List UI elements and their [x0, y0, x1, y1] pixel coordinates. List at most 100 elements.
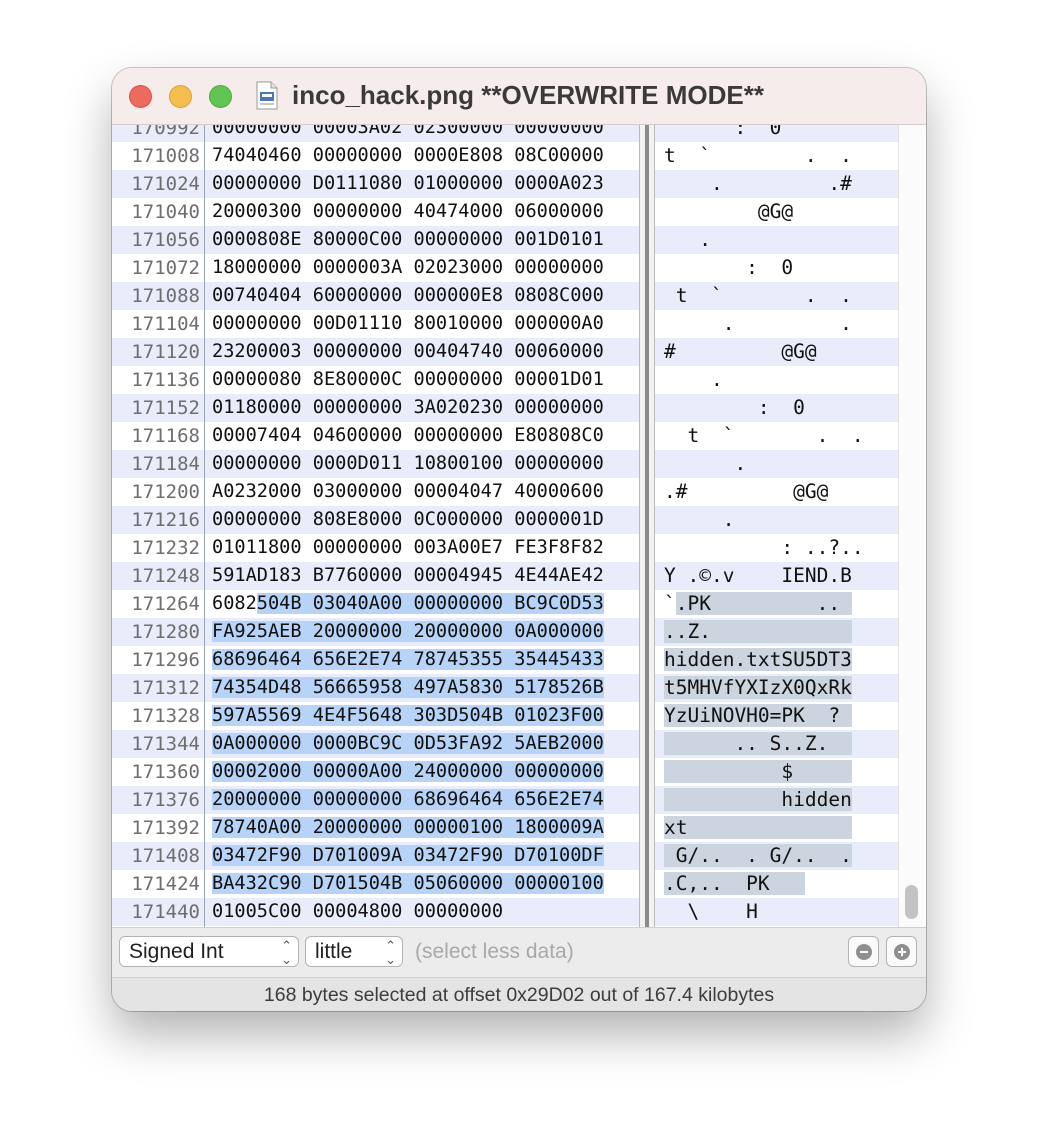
hex-selection[interactable]: FA925AEB 20000000 20000000 0A000000 [212, 621, 604, 642]
row-ascii[interactable]: .# @G@ [664, 478, 852, 506]
row-offset: 171056 [131, 229, 200, 251]
ascii-selection[interactable]: .C,.. PK [664, 872, 805, 895]
ascii-selection[interactable]: ..Z. [664, 620, 852, 643]
ascii-selection[interactable]: t5MHVfYXIzX0QxRk [664, 676, 852, 699]
add-inspector-button[interactable] [886, 936, 917, 967]
row-hex-bytes[interactable]: 23200003 00000000 00404740 00060000 [212, 338, 604, 366]
row-hex-bytes[interactable]: 20000300 00000000 40474000 06000000 [212, 198, 604, 226]
row-ascii[interactable]: YzUiNOVH0=PK ? [664, 702, 852, 730]
zoom-button[interactable] [209, 85, 232, 108]
title-bar[interactable]: inco_hack.png **OVERWRITE MODE** [112, 68, 926, 125]
row-ascii[interactable]: : 0 [664, 125, 852, 142]
hex-content-area[interactable]: 170992 00000000 00003A02 02300000 0000000… [112, 125, 926, 927]
row-hex-bytes[interactable]: 20000000 00000000 68696464 656E2E74 [212, 786, 604, 814]
row-ascii[interactable]: # @G@ [664, 338, 852, 366]
row-offset: 171376 [131, 789, 200, 811]
row-offset: 171312 [131, 677, 200, 699]
row-ascii[interactable]: . [664, 366, 852, 394]
row-hex-bytes[interactable]: 00000080 8E80000C 00000000 00001D01 [212, 366, 604, 394]
row-hex-bytes[interactable]: 597A5569 4E4F5648 303D504B 01023F00 [212, 702, 604, 730]
hex-selection[interactable]: 504B 03040A00 00000000 BC9C0D53 [256, 593, 604, 614]
row-hex-bytes[interactable]: 00000000 00D01110 80010000 000000A0 [212, 310, 604, 338]
row-ascii[interactable]: ..Z. [664, 618, 852, 646]
ascii-selection[interactable]: G/.. . G/.. . [664, 844, 852, 867]
row-ascii[interactable]: t ` . . [664, 282, 852, 310]
hex-selection[interactable]: BA432C90 D701504B 05060000 00000100 [212, 873, 604, 894]
row-hex-bytes[interactable]: 6082504B 03040A00 00000000 BC9C0D53 [212, 590, 604, 618]
row-ascii[interactable]: t5MHVfYXIzX0QxRk [664, 674, 852, 702]
row-ascii[interactable]: : ..?.. [664, 534, 863, 562]
hex-selection[interactable]: 74354D48 56665958 497A5830 5178526B [212, 677, 604, 698]
row-hex-bytes[interactable]: 0A000000 0000BC9C 0D53FA92 5AEB2000 [212, 730, 604, 758]
row-ascii[interactable]: . . [664, 310, 852, 338]
row-ascii[interactable]: : 0 [664, 394, 852, 422]
row-offset: 171152 [131, 397, 200, 419]
ascii-selection[interactable]: .PK .. [675, 592, 852, 615]
row-hex-bytes[interactable]: 01011800 00000000 003A00E7 FE3F8F82 [212, 534, 604, 562]
hex-selection[interactable]: 597A5569 4E4F5648 303D504B 01023F00 [212, 705, 604, 726]
row-ascii[interactable]: hidden [664, 786, 852, 814]
ascii-selection[interactable]: hidden.txtSU5DT3 [664, 648, 852, 671]
hex-selection[interactable]: 68696464 656E2E74 78745355 35445433 [212, 649, 604, 670]
hex-selection[interactable]: 20000000 00000000 68696464 656E2E74 [212, 789, 604, 810]
row-offset: 171184 [131, 453, 200, 475]
ascii-selection[interactable]: .. S..Z. [664, 732, 852, 755]
row-offset: 171168 [131, 425, 200, 447]
row-ascii[interactable]: xt [664, 814, 852, 842]
ascii-selection[interactable]: YzUiNOVH0=PK ? [664, 704, 852, 727]
row-hex-bytes[interactable]: 00740404 60000000 000000E8 0808C000 [212, 282, 604, 310]
row-hex-bytes[interactable]: 00000000 D0111080 01000000 0000A023 [212, 170, 604, 198]
row-ascii[interactable]: G/.. . G/.. . [664, 842, 852, 870]
row-hex-bytes[interactable]: FA925AEB 20000000 20000000 0A000000 [212, 618, 604, 646]
ascii-selection[interactable]: $ [664, 760, 852, 783]
row-ascii[interactable]: t ` . . [664, 142, 852, 170]
row-hex-bytes[interactable]: 00000000 808E8000 0C000000 0000001D [212, 506, 604, 534]
row-ascii[interactable]: .. S..Z. [664, 730, 852, 758]
row-ascii[interactable]: hidden.txtSU5DT3 [664, 646, 852, 674]
row-hex-bytes[interactable]: 74040460 00000000 0000E808 08C00000 [212, 142, 604, 170]
row-ascii[interactable]: Y .©.v IEND.B [664, 562, 852, 590]
row-ascii[interactable]: . .# [664, 170, 852, 198]
row-ascii[interactable]: . [664, 226, 852, 254]
hex-selection[interactable]: 0A000000 0000BC9C 0D53FA92 5AEB2000 [212, 733, 604, 754]
remove-inspector-button[interactable] [848, 936, 879, 967]
row-ascii[interactable]: .C,.. PK [664, 870, 805, 898]
row-ascii[interactable]: . [664, 506, 852, 534]
scrollbar-thumb[interactable] [905, 885, 918, 919]
row-hex-bytes[interactable]: 00002000 00000A00 24000000 00000000 [212, 758, 604, 786]
row-ascii[interactable]: \ H [664, 898, 852, 926]
row-hex-bytes[interactable]: 78740A00 20000000 00000100 1800009A [212, 814, 604, 842]
row-hex-bytes[interactable]: 01180000 00000000 3A020230 00000000 [212, 394, 604, 422]
row-hex-bytes[interactable]: 0000808E 80000C00 00000000 001D0101 [212, 226, 604, 254]
row-ascii[interactable]: : 0 [664, 254, 852, 282]
hex-selection[interactable]: 78740A00 20000000 00000100 1800009A [212, 817, 604, 838]
row-hex-bytes[interactable]: 00007404 04600000 00000000 E80808C0 [212, 422, 604, 450]
row-hex-bytes[interactable]: A0232000 03000000 00004047 40000600 [212, 478, 604, 506]
row-hex-bytes[interactable]: 18000000 0000003A 02023000 00000000 [212, 254, 604, 282]
close-button[interactable] [129, 85, 152, 108]
row-hex-bytes[interactable]: BA432C90 D701504B 05060000 00000100 [212, 870, 604, 898]
row-hex-bytes[interactable]: 03472F90 D701009A 03472F90 D70100DF [212, 842, 604, 870]
minimize-button[interactable] [169, 85, 192, 108]
hex-selection[interactable]: 00002000 00000A00 24000000 00000000 [212, 761, 604, 782]
type-select-value: Signed Int [129, 940, 224, 963]
row-hex-bytes[interactable]: 00000000 0000D011 10800100 00000000 [212, 450, 604, 478]
row-offset: 171104 [131, 313, 200, 335]
vertical-scrollbar[interactable] [898, 125, 926, 927]
type-select[interactable]: Signed Int ⌃ ⌄ [119, 936, 299, 967]
row-hex-bytes[interactable]: 74354D48 56665958 497A5830 5178526B [212, 674, 604, 702]
row-hex-bytes[interactable]: 68696464 656E2E74 78745355 35445433 [212, 646, 604, 674]
row-ascii[interactable]: $ [664, 758, 852, 786]
row-ascii[interactable]: t ` . . [664, 422, 863, 450]
row-hex-bytes[interactable]: 01005C00 00004800 00000000 [212, 898, 503, 926]
endian-select[interactable]: little ⌃ ⌄ [305, 936, 403, 967]
hex-selection[interactable]: 03472F90 D701009A 03472F90 D70100DF [212, 845, 604, 866]
ascii-selection[interactable]: xt [664, 816, 852, 839]
ascii-selection[interactable]: hidden [664, 788, 852, 811]
row-ascii[interactable]: `.PK .. [664, 590, 852, 618]
row-ascii[interactable]: . [664, 450, 852, 478]
plus-circle-icon [894, 944, 910, 960]
row-hex-bytes[interactable]: 00000000 00003A02 02300000 00000000 [212, 125, 604, 142]
row-ascii[interactable]: @G@ [664, 198, 852, 226]
row-hex-bytes[interactable]: 591AD183 B7760000 00004945 4E44AE42 [212, 562, 604, 590]
